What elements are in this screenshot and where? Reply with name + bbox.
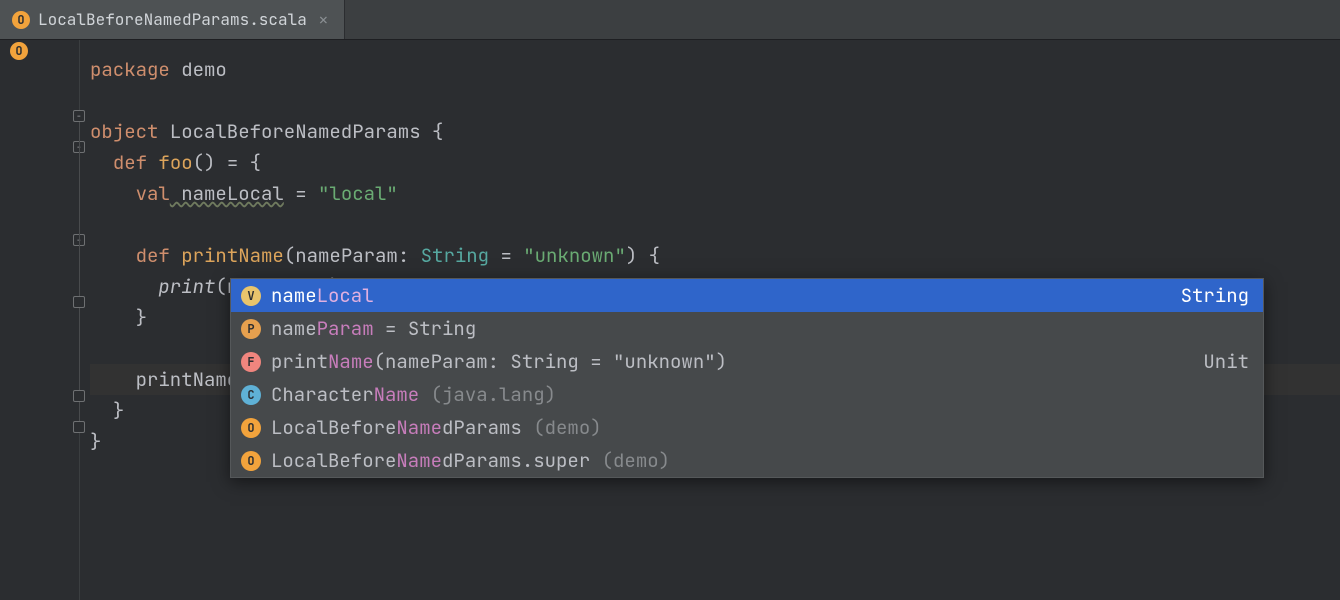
completion-type: String [1181, 283, 1249, 308]
completion-kind-icon: F [241, 352, 261, 372]
editor-tab[interactable]: O LocalBeforeNamedParams.scala ✕ [0, 0, 344, 39]
completion-type: Unit [1203, 349, 1249, 374]
editor-area: O package demo object LocalBeforeNamedPa… [0, 40, 1340, 600]
completion-item[interactable]: PnameParam = String [231, 312, 1263, 345]
code-line [90, 85, 1340, 116]
completion-kind-icon: V [241, 286, 261, 306]
completion-item[interactable]: O LocalBeforeNamedParams (demo) [231, 411, 1263, 444]
scala-object-icon: O [10, 42, 28, 60]
completion-item[interactable]: FprintName(nameParam: String = "unknown"… [231, 345, 1263, 378]
completion-item[interactable]: C CharacterName (java.lang) [231, 378, 1263, 411]
code-line [90, 209, 1340, 240]
code-line: def printName(nameParam: String = "unkno… [90, 240, 1340, 271]
completion-label: LocalBeforeNamedParams.super (demo) [271, 448, 1239, 473]
completion-label: nameLocal [271, 283, 1171, 308]
completion-item[interactable]: VnameLocal String [231, 279, 1263, 312]
close-icon[interactable]: ✕ [315, 10, 332, 30]
completion-item[interactable]: O LocalBeforeNamedParams.super (demo) [231, 444, 1263, 477]
code-line: package demo [90, 54, 1340, 85]
tab-bar: O LocalBeforeNamedParams.scala ✕ [0, 0, 1340, 40]
code-line: val nameLocal = "local" [90, 178, 1340, 209]
code-line: object LocalBeforeNamedParams { [90, 116, 1340, 147]
completion-kind-icon: P [241, 319, 261, 339]
completion-label: CharacterName (java.lang) [271, 382, 1239, 407]
tab-filename: LocalBeforeNamedParams.scala [38, 9, 307, 30]
completion-kind-icon: O [241, 451, 261, 471]
completion-kind-icon: O [241, 418, 261, 438]
scala-object-icon: O [12, 11, 30, 29]
completion-popup: VnameLocalStringPnameParam = StringFprin… [230, 278, 1264, 478]
completion-label: printName(nameParam: String = "unknown") [271, 349, 1193, 374]
code-line: def foo() = { [90, 147, 1340, 178]
completion-label: LocalBeforeNamedParams (demo) [271, 415, 1239, 440]
gutter: O [0, 40, 80, 600]
completion-kind-icon: C [241, 385, 261, 405]
completion-label: nameParam = String [271, 316, 1239, 341]
